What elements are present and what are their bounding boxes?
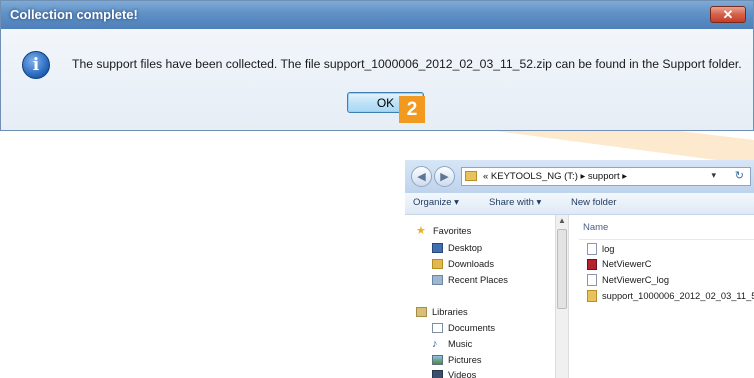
address-path: « KEYTOOLS_NG (T:) ▸ support ▸ (483, 171, 627, 182)
close-icon: ✕ (722, 7, 734, 22)
message-dialog: Collection complete! ✕ i The support fil… (0, 0, 754, 131)
dialog-title: Collection complete! (10, 7, 138, 22)
back-arrow-icon: ◀ (417, 171, 426, 183)
dialog-titlebar: Collection complete! ✕ (1, 1, 753, 29)
header-divider (579, 239, 754, 240)
text-file-icon (587, 274, 597, 286)
nav-libraries[interactable]: Libraries (416, 305, 468, 319)
star-icon: ★ (416, 225, 426, 237)
nav-favorites[interactable]: ★ Favorites (416, 224, 471, 238)
file-row-netviewer[interactable]: NetViewerC (587, 257, 651, 271)
downloads-icon (432, 259, 443, 269)
forward-arrow-icon: ▶ (440, 171, 449, 183)
explorer-window: ◀ ▶ « KEYTOOLS_NG (T:) ▸ support ▸ ▾ ↻ O… (405, 160, 754, 378)
new-folder-button[interactable]: New folder (571, 197, 616, 208)
close-button[interactable]: ✕ (710, 6, 746, 23)
dialog-message: The support files have been collected. T… (72, 57, 742, 71)
scroll-up-icon[interactable]: ▲ (558, 216, 566, 225)
address-dropdown-icon[interactable]: ▾ (711, 170, 716, 181)
explorer-toolbar: Organize ▾ Share with ▾ New folder (405, 193, 754, 215)
zip-folder-icon (587, 290, 597, 302)
recent-places-icon (432, 275, 443, 285)
folder-icon (465, 171, 477, 181)
nav-documents[interactable]: Documents (432, 321, 495, 335)
pictures-icon (432, 355, 443, 365)
file-list-pane: Name log NetViewerC NetViewerC_log suppo… (569, 215, 754, 378)
nav-pictures[interactable]: Pictures (432, 353, 482, 367)
share-with-menu[interactable]: Share with ▾ (489, 197, 541, 208)
dialog-body (1, 29, 753, 130)
address-bar[interactable]: « KEYTOOLS_NG (T:) ▸ support ▸ ▾ ↻ (461, 167, 751, 186)
app-icon (587, 258, 597, 270)
nav-desktop[interactable]: Desktop (432, 241, 482, 255)
nav-downloads[interactable]: Downloads (432, 257, 494, 271)
text-file-icon (587, 243, 597, 255)
videos-icon (432, 370, 443, 378)
scroll-thumb[interactable] (557, 229, 567, 309)
navigation-pane: ★ Favorites Desktop Downloads Recent Pla… (405, 215, 555, 378)
libraries-icon (416, 307, 427, 317)
music-icon: ♪ (432, 338, 438, 350)
nav-scrollbar[interactable]: ▲ (555, 215, 569, 378)
file-row-support-zip[interactable]: support_1000006_2012_02_03_11_52 (587, 289, 754, 303)
forward-button[interactable]: ▶ (434, 166, 455, 187)
info-icon: i (22, 51, 50, 79)
explorer-header: ◀ ▶ « KEYTOOLS_NG (T:) ▸ support ▸ ▾ ↻ (405, 160, 754, 193)
callout-number: 2 (399, 96, 425, 123)
nav-music[interactable]: ♪ Music (432, 337, 472, 351)
refresh-icon[interactable]: ↻ (735, 169, 744, 182)
organize-menu[interactable]: Organize ▾ (413, 197, 459, 208)
nav-videos[interactable]: Videos (432, 368, 476, 378)
back-button[interactable]: ◀ (411, 166, 432, 187)
documents-icon (432, 323, 443, 333)
nav-recent-places[interactable]: Recent Places (432, 273, 508, 287)
file-row-netviewer-log[interactable]: NetViewerC_log (587, 273, 669, 287)
file-row-log[interactable]: log (587, 242, 614, 256)
name-column-header[interactable]: Name (583, 222, 608, 233)
desktop-icon (432, 243, 443, 253)
